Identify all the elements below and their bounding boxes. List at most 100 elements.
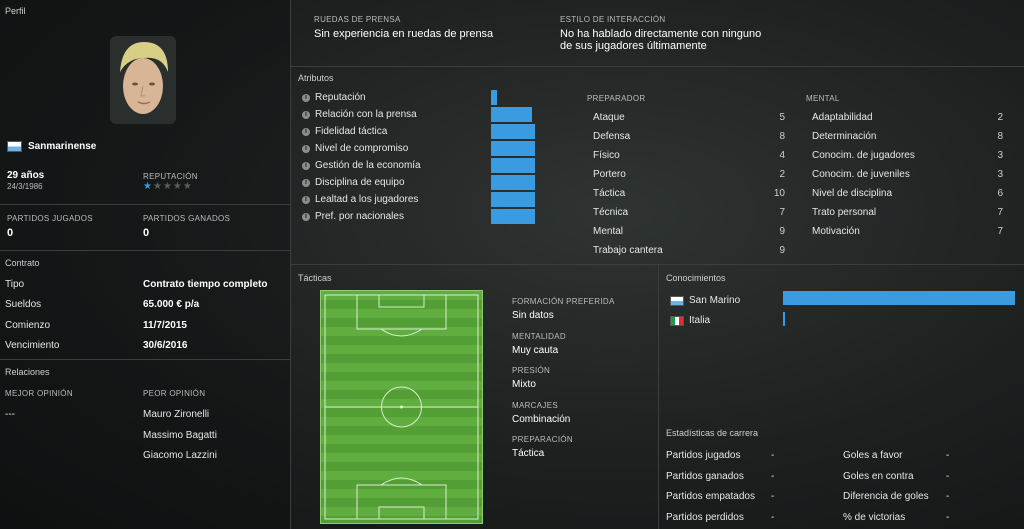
mental-attribute-label: Motivación <box>812 226 860 237</box>
tactic-label: FORMACIÓN PREFERIDA <box>512 297 615 306</box>
mental-attribute-label: Conocim. de jugadores <box>812 150 915 161</box>
press-conference-label: RUEDAS DE PRENSA <box>314 15 401 24</box>
mental-attribute-value: 7 <box>997 207 1003 218</box>
reputation-label: REPUTACIÓN <box>143 172 198 181</box>
career-stat-value: - <box>771 470 775 482</box>
tactics-pitch <box>320 290 483 524</box>
mental-attribute-value: 2 <box>997 112 1003 123</box>
career-stat-value: - <box>771 511 775 523</box>
best-opinion-value: --- <box>5 409 15 420</box>
interaction-style-label: ESTILO DE INTERACCIÓN <box>560 15 666 24</box>
tactics-section-title: Tácticas <box>298 273 332 283</box>
games-played-label: PARTIDOS JUGADOS <box>7 214 93 223</box>
attribute-label: Relación con la prensa <box>315 109 417 120</box>
knowledge-country: San Marino <box>689 295 741 306</box>
nationality-label: Sanmarinense <box>28 141 97 152</box>
attribute-row: i Lealtad a los jugadores <box>302 194 418 205</box>
star-empty-icon: ★★★★ <box>152 181 193 192</box>
mental-attribute-label: Nivel de disciplina <box>812 188 893 199</box>
nationality: Sanmarinense <box>7 141 96 152</box>
info-icon[interactable]: i <box>302 127 310 136</box>
career-section-title: Estadísticas de carrera <box>666 428 759 438</box>
tactic-value: Mixto <box>512 379 536 390</box>
knowledge-country: Italia <box>689 315 711 326</box>
career-stat-label: Partidos empatados <box>666 491 755 502</box>
worst-opinion-label: PEOR OPINIÓN <box>143 389 206 398</box>
mental-attribute-value: 3 <box>997 150 1003 161</box>
contract-start-label: Comienzo <box>5 320 51 331</box>
coach-attribute-value: 9 <box>779 226 785 237</box>
attribute-bar <box>491 124 535 139</box>
coach-attribute-value: 2 <box>779 169 785 180</box>
career-stat-value: - <box>771 450 775 461</box>
attribute-bar <box>491 107 532 122</box>
attribute-bar <box>491 90 497 105</box>
san-marino-flag-icon <box>7 141 22 152</box>
worst-opinion-item[interactable]: Giacomo Lazzini <box>143 450 217 461</box>
attribute-bar <box>491 175 535 190</box>
worst-opinion-item[interactable]: Massimo Bagatti <box>143 430 217 441</box>
best-opinion-label: MEJOR OPINIÓN <box>5 389 73 398</box>
coach-attribute-value: 8 <box>779 131 785 142</box>
attribute-row: i Pref. por nacionales <box>302 211 404 222</box>
coach-attribute-value: 4 <box>779 150 785 161</box>
info-icon[interactable]: i <box>302 144 310 153</box>
coach-attribute-label: Trabajo cantera <box>593 245 663 256</box>
career-stat-value: - <box>946 450 950 461</box>
career-stat-label: Partidos perdidos <box>666 511 744 523</box>
worst-opinion-item[interactable]: Mauro Zironelli <box>143 409 209 420</box>
contract-start-value: 11/7/2015 <box>143 320 187 331</box>
attribute-label: Pref. por nacionales <box>315 211 404 222</box>
contract-type-value: Contrato tiempo completo <box>143 279 268 290</box>
mental-attribute-value: 7 <box>997 226 1003 237</box>
tactic-label: MENTALIDAD <box>512 331 566 341</box>
knowledge-section-title: Conocimientos <box>666 273 726 283</box>
star-half-icon: ★ <box>143 181 153 192</box>
interaction-style-value: No ha hablado directamente con ninguno d… <box>560 28 761 52</box>
knowledge-row: San Marino <box>670 295 740 306</box>
info-icon[interactable]: i <box>302 161 310 170</box>
attribute-label: Gestión de la economía <box>315 160 421 171</box>
attribute-bar <box>491 192 535 207</box>
attribute-row: i Fidelidad táctica <box>302 126 387 137</box>
career-stat-value: - <box>946 491 950 502</box>
info-icon[interactable]: i <box>302 93 310 102</box>
info-icon[interactable]: i <box>302 195 310 204</box>
mental-attribute-value: 8 <box>997 131 1003 142</box>
info-icon[interactable]: i <box>302 178 310 187</box>
knowledge-bar <box>783 291 1015 305</box>
contract-type-label: Tipo <box>5 279 25 290</box>
attribute-row: i Nivel de compromiso <box>302 143 408 154</box>
profile-section-title: Perfil <box>5 6 26 16</box>
coach-attribute-value: 7 <box>779 207 785 218</box>
contract-expiry-value: 30/6/2016 <box>143 340 188 351</box>
tactic-value: Táctica <box>512 448 545 459</box>
attribute-bar <box>491 141 535 156</box>
press-conference-value: Sin experiencia en ruedas de prensa <box>314 28 494 40</box>
interaction-line-2: de sus jugadores últimamente <box>560 40 707 52</box>
age: 29 años <box>7 170 45 181</box>
career-stat-label: % de victorias <box>843 511 906 523</box>
birth-date: 24/3/1986 <box>7 182 43 191</box>
mental-attribute-label: Conocim. de juveniles <box>812 169 910 180</box>
knowledge-row: Italia <box>670 315 710 326</box>
relations-section-title: Relaciones <box>5 367 50 377</box>
attribute-label: Reputación <box>315 92 366 103</box>
attribute-row: i Reputación <box>302 92 366 103</box>
games-won-value: 0 <box>143 227 150 239</box>
attribute-label: Nivel de compromiso <box>315 143 409 154</box>
tactic-label: PRESIÓN <box>512 366 551 375</box>
coach-attribute-label: Físico <box>593 150 620 161</box>
career-stat-value: - <box>771 491 775 502</box>
tactic-label: PREPARACIÓN <box>512 435 573 444</box>
coach-attribute-label: Portero <box>593 169 626 180</box>
tactic-value: Muy cauta <box>512 344 559 356</box>
mental-attribute-label: Adaptabilidad <box>812 112 873 123</box>
mental-section-title: MENTAL <box>806 94 840 103</box>
attribute-label: Lealtad a los jugadores <box>315 194 419 205</box>
career-stat-label: Diferencia de goles <box>843 491 929 502</box>
info-icon[interactable]: i <box>302 110 310 119</box>
tactic-value: Combinación <box>512 413 571 425</box>
games-won-label: PARTIDOS GANADOS <box>143 214 231 223</box>
info-icon[interactable]: i <box>302 212 310 221</box>
